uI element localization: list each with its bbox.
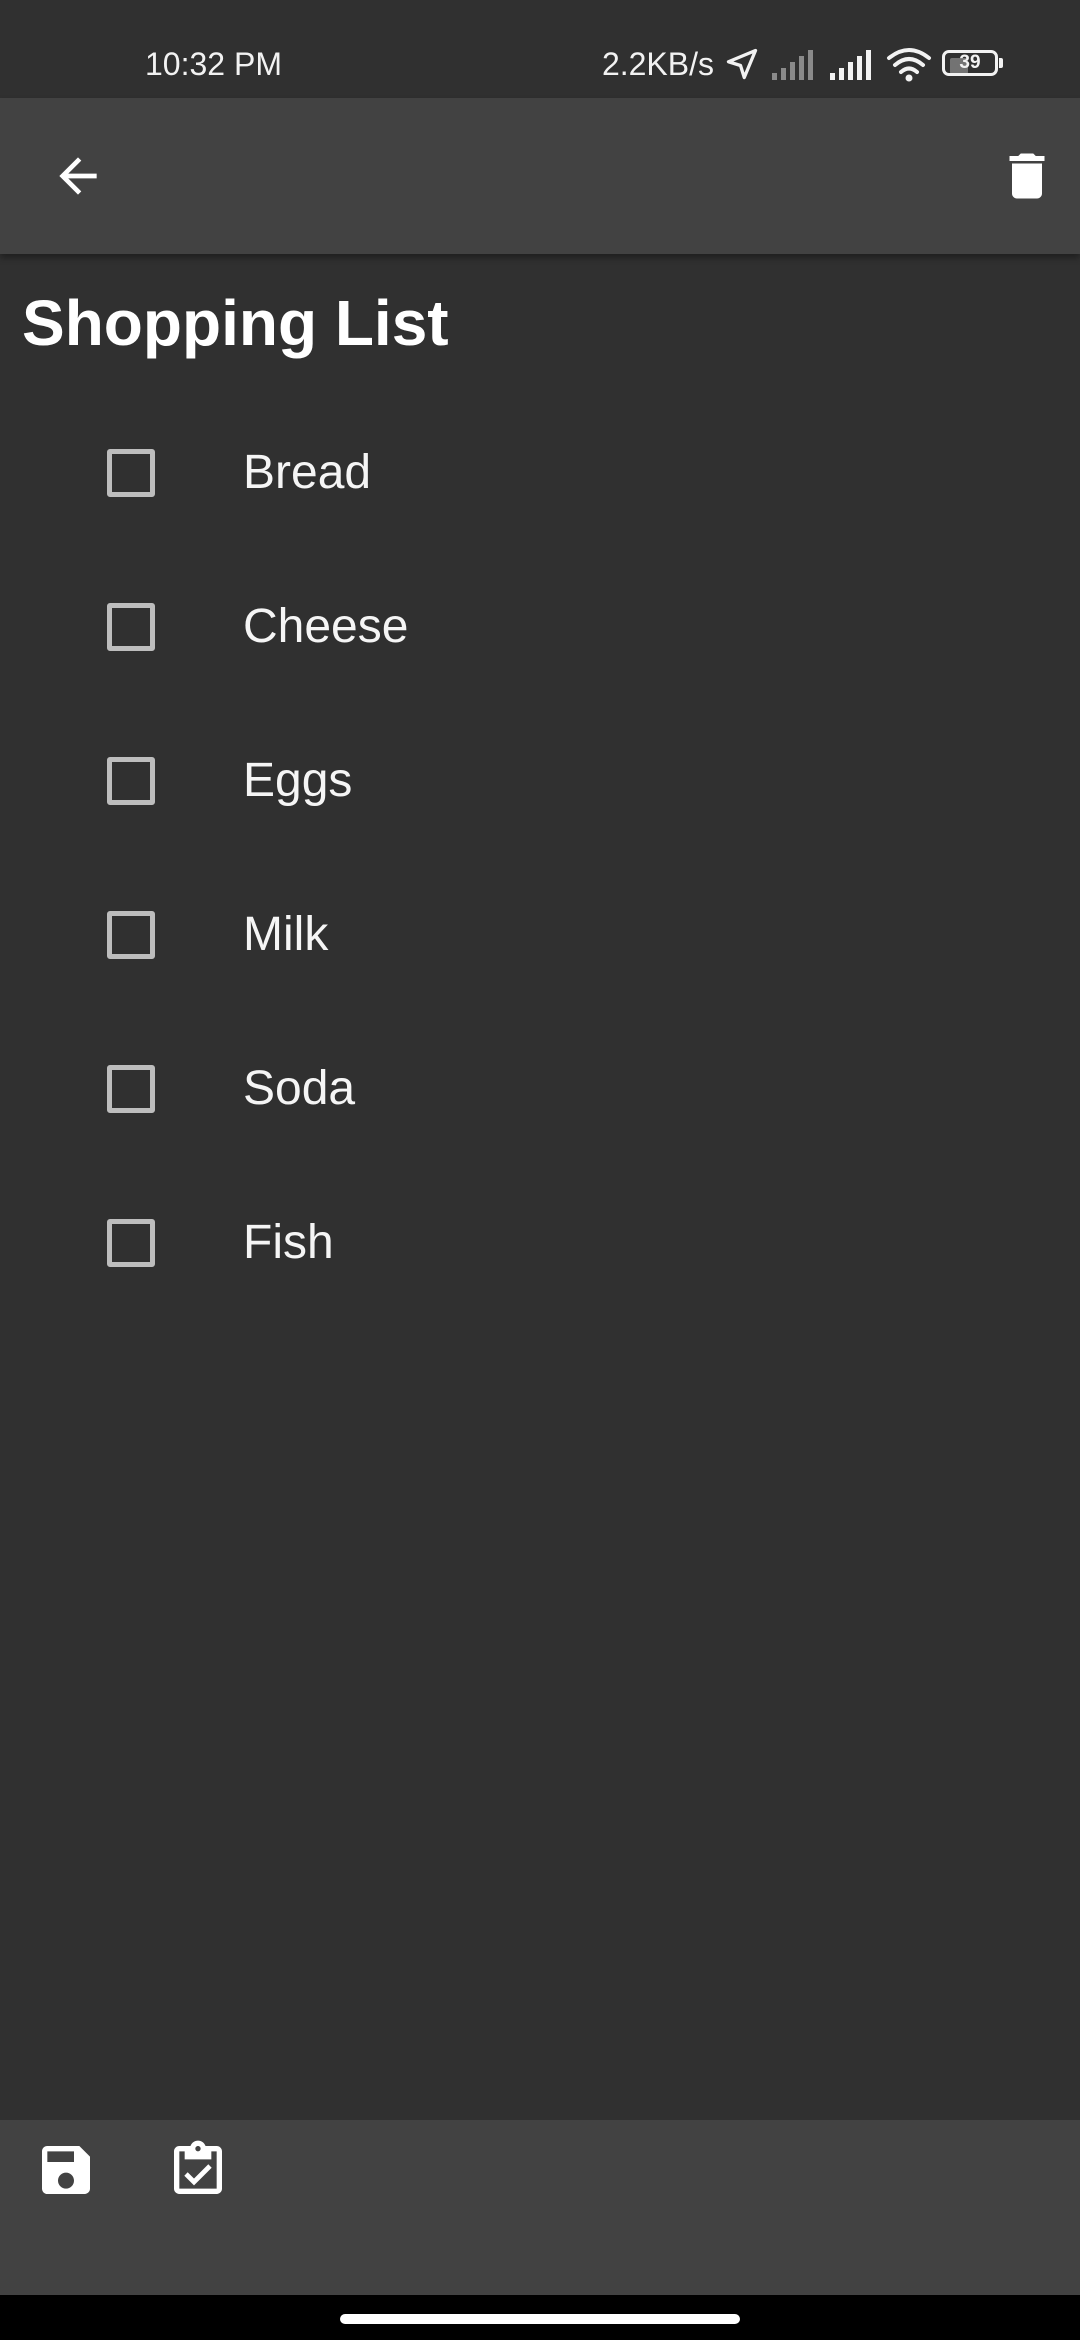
checkbox[interactable] [107, 1065, 155, 1113]
list-item[interactable]: Fish [0, 1189, 1080, 1343]
checkbox[interactable] [107, 603, 155, 651]
list-item[interactable]: Cheese [0, 573, 1080, 727]
status-icons: 2.2KB/s 39 [602, 42, 1004, 86]
network-speed: 2.2KB/s [601, 45, 714, 82]
signal-full-icon [828, 46, 876, 82]
back-button[interactable] [30, 128, 126, 224]
status-time: 10:32 PM [145, 46, 282, 82]
list-item[interactable]: Soda [0, 1035, 1080, 1189]
location-arrow-icon [724, 46, 760, 82]
page-title: Shopping List [22, 287, 449, 359]
home-indicator[interactable] [340, 2314, 740, 2324]
item-label: Fish [243, 1216, 334, 1269]
app-bar [0, 98, 1080, 254]
item-label: Soda [243, 1062, 356, 1115]
checkbox[interactable] [107, 757, 155, 805]
save-icon [42, 2146, 90, 2194]
signal-weak-icon [770, 46, 818, 82]
arrow-back-icon [59, 157, 97, 195]
wifi-icon [886, 46, 932, 82]
list-item[interactable]: Bread [0, 419, 1080, 573]
trash-icon [1009, 153, 1045, 199]
item-label: Bread [243, 446, 372, 499]
delete-button[interactable] [979, 128, 1075, 224]
battery-level: 39 [959, 52, 981, 73]
check-all-button[interactable] [150, 2122, 246, 2218]
shopping-list: Bread Cheese Eggs Milk Soda Fish [0, 419, 1080, 1343]
status-bar: 10:32 PM 2.2KB/s 39 [0, 0, 1080, 98]
item-label: Milk [243, 908, 329, 961]
bottom-bar [0, 2120, 1080, 2295]
list-item[interactable]: Milk [0, 881, 1080, 1035]
item-label: Cheese [243, 600, 409, 653]
clipboard-check-icon [174, 2140, 222, 2194]
checkbox[interactable] [107, 1219, 155, 1267]
battery-icon: 39 [942, 50, 1004, 78]
item-label: Eggs [243, 754, 353, 807]
list-item[interactable]: Eggs [0, 727, 1080, 881]
checkbox[interactable] [107, 449, 155, 497]
save-button[interactable] [18, 2122, 114, 2218]
checkbox[interactable] [107, 911, 155, 959]
